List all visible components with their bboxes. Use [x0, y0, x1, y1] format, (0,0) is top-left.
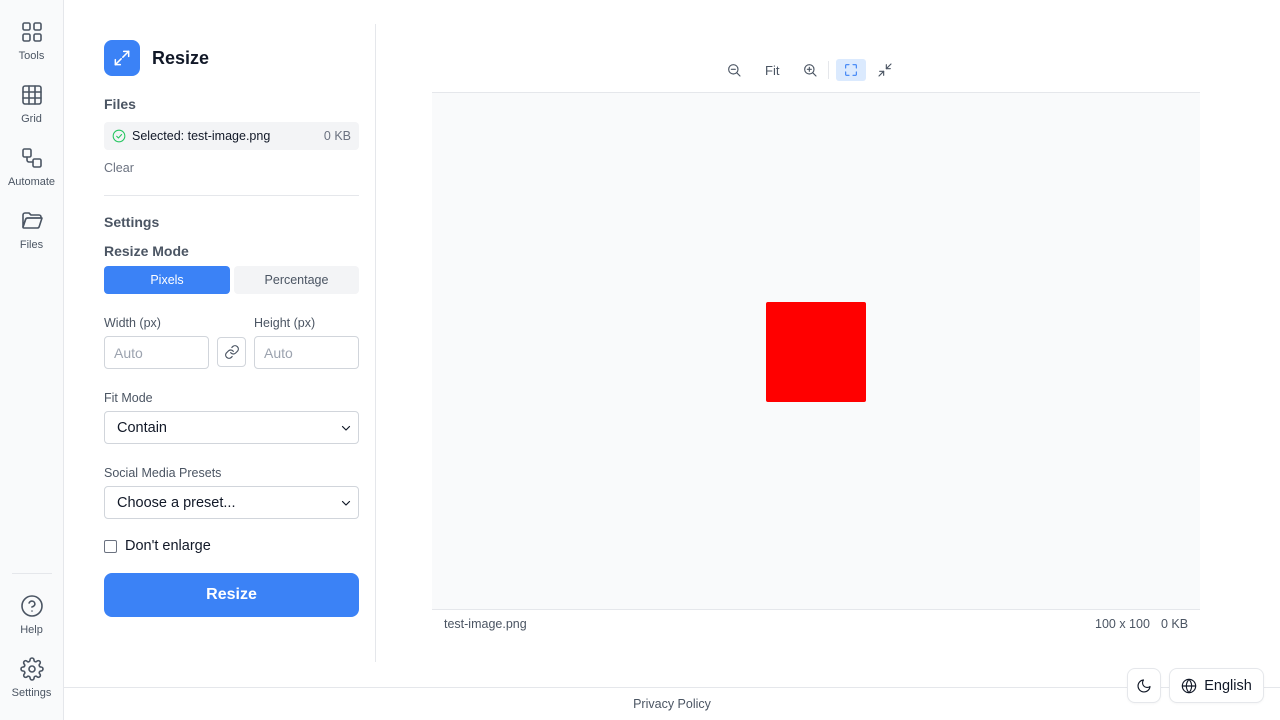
files-heading: Files [104, 96, 136, 112]
mode-pixels-button[interactable]: Pixels [104, 266, 230, 294]
theme-toggle-button[interactable] [1127, 668, 1161, 703]
automate-icon [21, 148, 42, 168]
fullscreen-icon [845, 64, 858, 76]
tool-panel: Resize Files Selected: test-image.png 0 … [104, 24, 359, 617]
toolbar-divider [828, 61, 830, 79]
selected-file-name: Selected: test-image.png [132, 129, 271, 143]
gear-icon [19, 657, 44, 681]
rail-item-label: Help [20, 624, 43, 636]
zoom-out-icon [728, 64, 741, 77]
privacy-policy-link[interactable]: Privacy Policy [633, 697, 711, 711]
height-input[interactable] [254, 336, 359, 369]
preview-size: 0 KB [1161, 617, 1189, 631]
globe-icon [1181, 678, 1197, 693]
width-label: Width (px) [104, 316, 161, 330]
fit-mode-value: Contain [117, 419, 167, 436]
rail-item-help[interactable]: Help [0, 594, 63, 650]
tool-header: Resize [104, 40, 359, 76]
check-circle-icon [112, 129, 126, 143]
grid-icon [21, 85, 42, 105]
divider [104, 195, 359, 196]
rail-item-automate[interactable]: Automate [0, 146, 63, 202]
fit-button[interactable]: Fit [759, 59, 785, 81]
panel-divider [375, 24, 376, 662]
rail-item-label: Tools [18, 50, 45, 62]
footer: Privacy Policy [64, 687, 1280, 720]
zoom-out-button[interactable] [723, 59, 745, 81]
help-icon [20, 595, 43, 617]
preview-canvas [432, 92, 1200, 610]
rail-item-files[interactable]: Files [0, 209, 63, 265]
tools-grid-icon [21, 22, 42, 42]
preview-dimensions: 100 x 100 [1095, 617, 1150, 631]
width-input[interactable] [104, 336, 209, 369]
preview-toolbar: Fit [723, 59, 896, 81]
collapse-button[interactable] [874, 59, 896, 81]
dont-enlarge-label: Don't enlarge [125, 538, 211, 554]
chevron-down-icon [341, 425, 351, 431]
rail-item-tools[interactable]: Tools [0, 20, 63, 76]
rail-divider [12, 573, 52, 574]
preview-image [766, 302, 866, 402]
moon-icon [1137, 678, 1151, 692]
minimize-icon [878, 63, 893, 77]
presets-value: Choose a preset... [117, 494, 236, 511]
rail-item-label: Settings [11, 687, 52, 699]
chevron-down-icon [341, 500, 351, 506]
dont-enlarge-option[interactable]: Don't enlarge [104, 538, 359, 554]
language-label: English [1204, 677, 1252, 694]
zoom-in-button[interactable] [799, 59, 821, 81]
selected-file: Selected: test-image.png 0 KB [104, 122, 359, 150]
folder-icon [21, 212, 43, 229]
fit-mode-label: Fit Mode [104, 391, 153, 405]
presets-select[interactable]: Choose a preset... [104, 486, 359, 519]
selected-file-size: 0 KB [323, 129, 351, 143]
rail-item-settings[interactable]: Settings [0, 657, 63, 713]
mode-percentage-button[interactable]: Percentage [234, 266, 359, 294]
dont-enlarge-checkbox[interactable] [104, 539, 117, 553]
sidebar-rail: Tools Grid Automate Files Help Settings [0, 0, 64, 720]
rail-item-label: Grid [21, 113, 42, 125]
preview-filename: test-image.png [444, 617, 527, 631]
rail-item-grid[interactable]: Grid [0, 83, 63, 139]
resize-mode-heading: Resize Mode [104, 243, 189, 259]
presets-label: Social Media Presets [104, 466, 222, 480]
zoom-in-icon [804, 64, 818, 77]
resize-button[interactable]: Resize [104, 573, 359, 617]
rail-item-label: Automate [7, 176, 56, 188]
height-label: Height (px) [254, 316, 316, 330]
resize-icon [104, 40, 140, 76]
link-icon [224, 345, 239, 359]
aspect-lock-button[interactable] [217, 337, 246, 367]
page-title: Resize [152, 47, 210, 68]
rail-item-label: Files [19, 239, 44, 251]
fit-mode-select[interactable]: Contain [104, 411, 359, 444]
dimension-fields: Width (px) Height (px) [104, 316, 359, 369]
clear-button[interactable]: Clear [104, 161, 134, 175]
language-button[interactable]: English [1169, 668, 1264, 703]
settings-heading: Settings [104, 214, 160, 230]
resize-mode-toggle: Pixels Percentage [104, 266, 359, 294]
fullscreen-button[interactable] [836, 59, 867, 81]
